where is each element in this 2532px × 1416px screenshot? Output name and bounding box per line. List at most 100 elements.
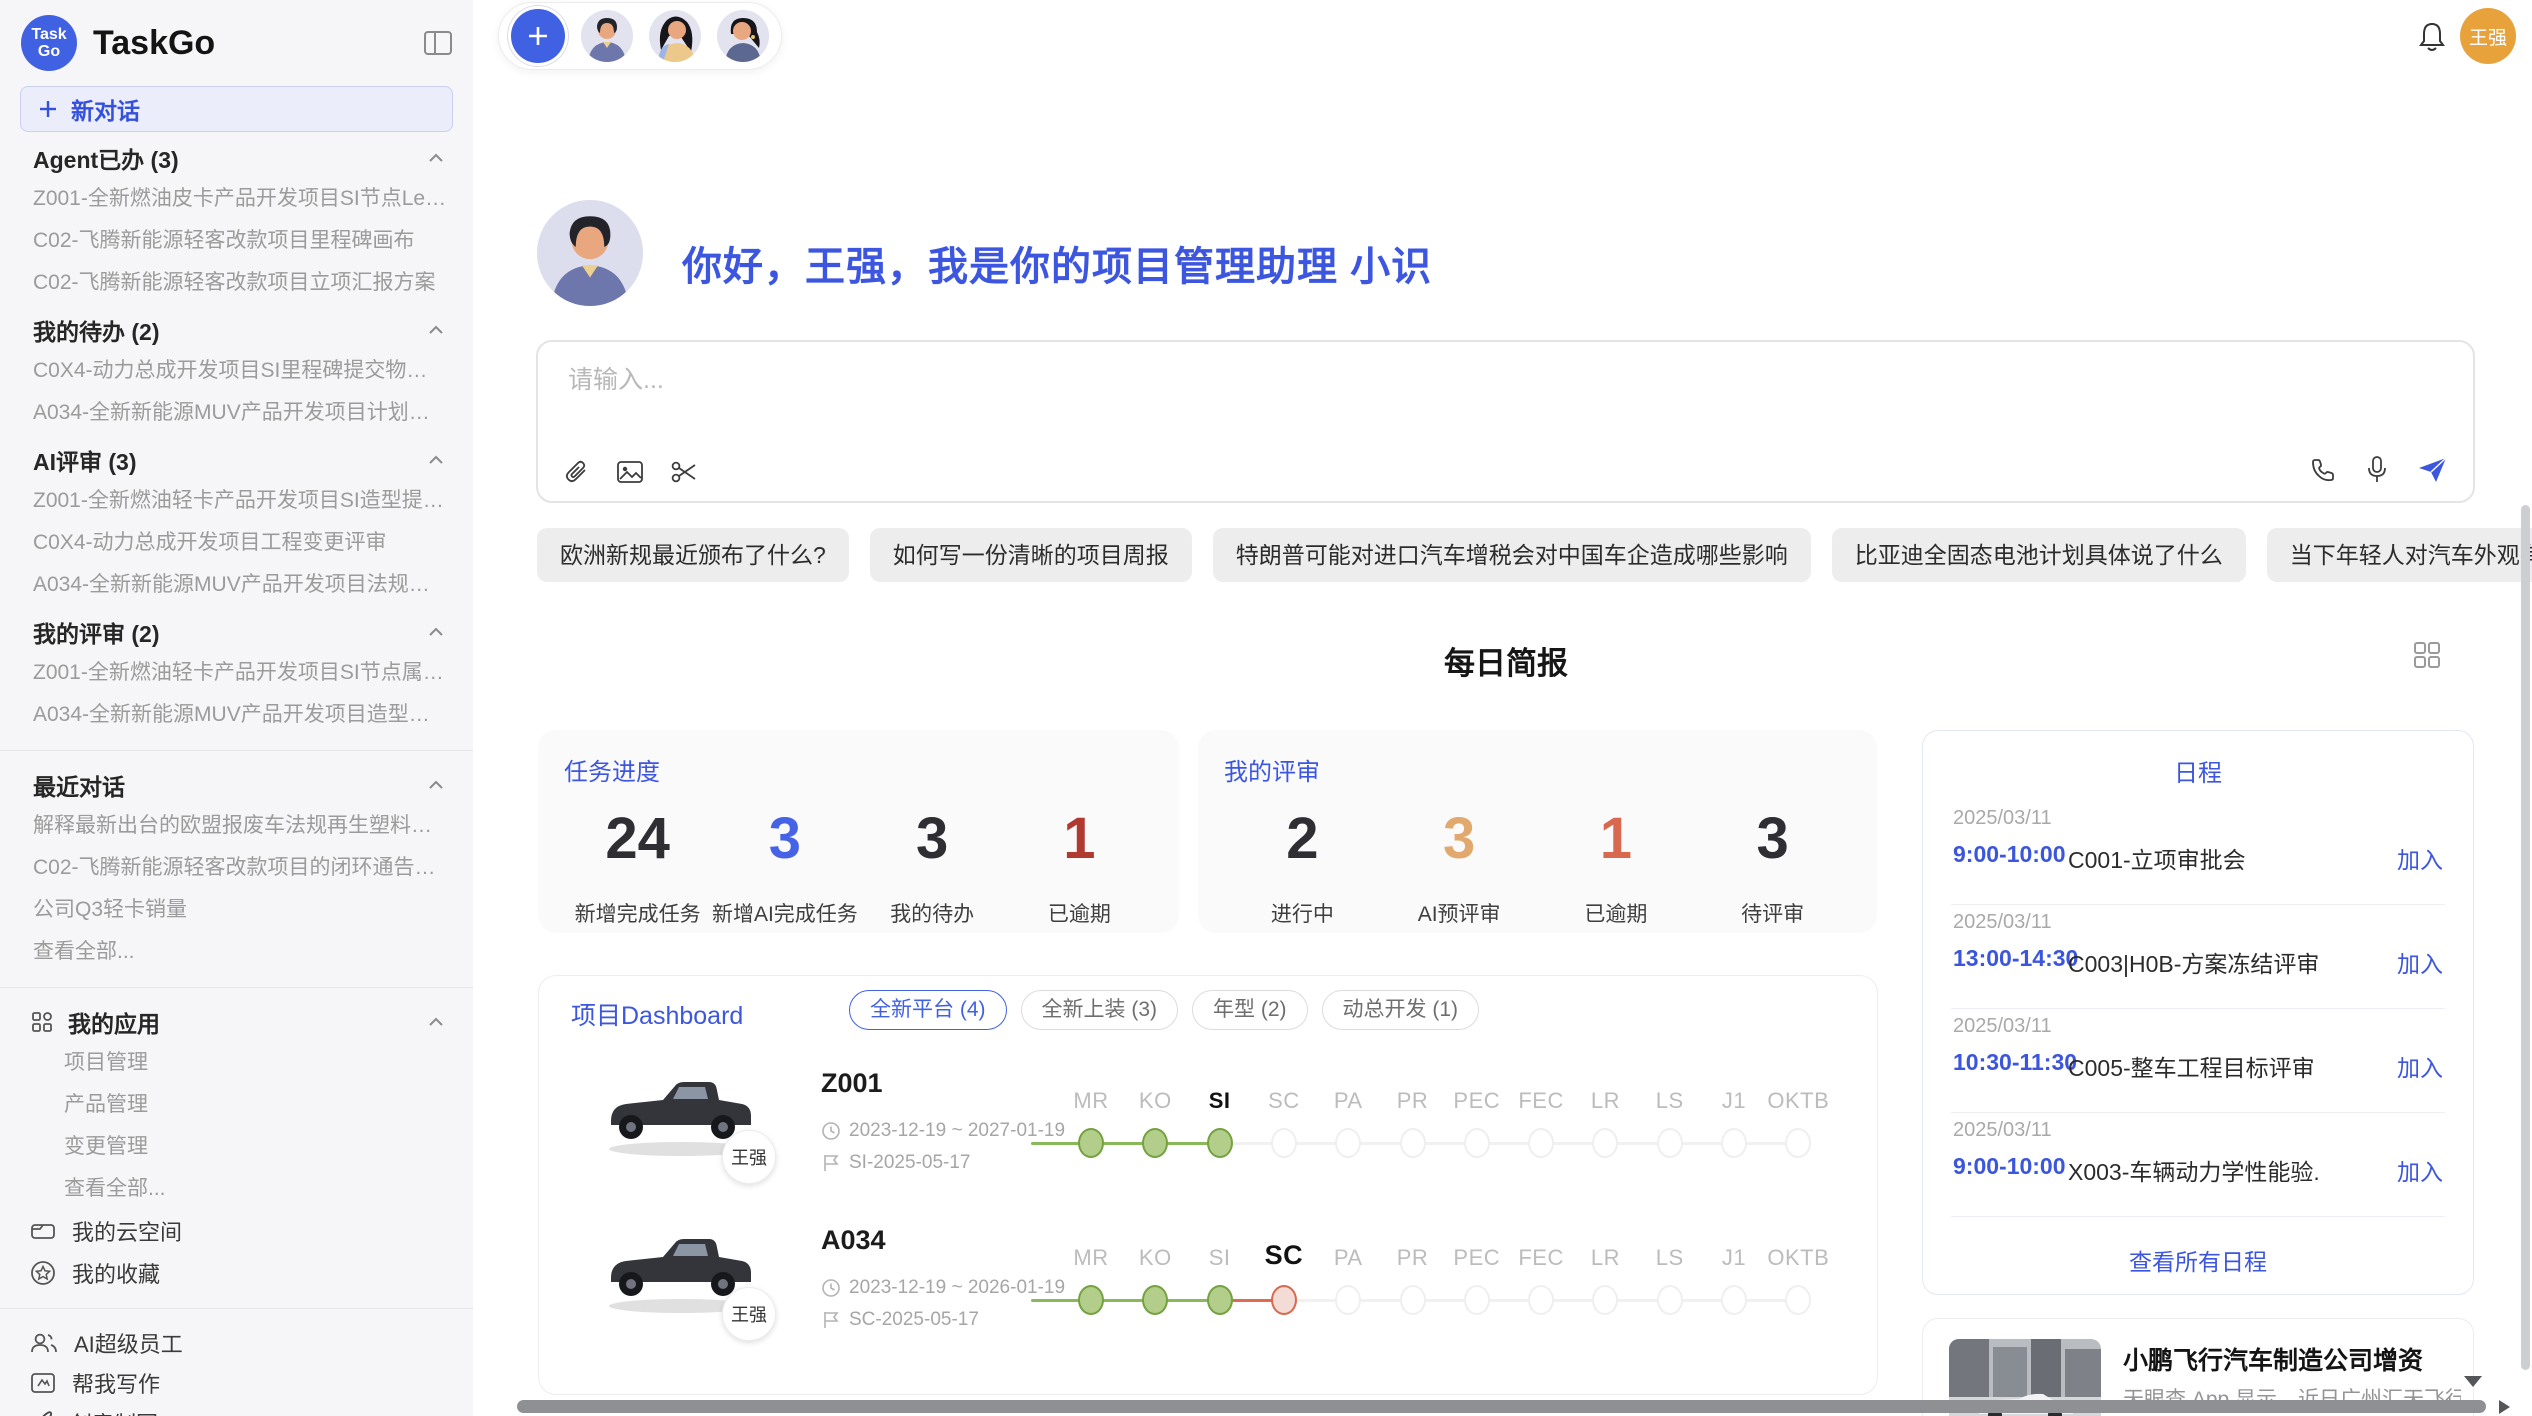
event-name: X003-车辆动力学性能验... xyxy=(2068,1153,2318,1187)
sidebar-item[interactable]: A034-全新新能源MUV产品开发项目法规符合性评审 xyxy=(0,564,473,606)
stat-value: 1 xyxy=(1006,805,1153,872)
chevron-up-icon xyxy=(425,1011,447,1033)
sidebar-my-apps[interactable]: 我的应用 xyxy=(0,1002,473,1042)
stat-value: 1 xyxy=(1538,805,1695,872)
stat-column: 3待评审 xyxy=(1694,805,1851,928)
sidebar-tool-创意制图[interactable]: 创意制图 xyxy=(0,1403,473,1416)
dashboard-filter-chip[interactable]: 全新上装 (3) xyxy=(1021,990,1179,1030)
sidebar-item[interactable]: A034-全新新能源MUV产品开发项目计划变更表编写 xyxy=(0,392,473,434)
sidebar-item[interactable]: C0X4-动力总成开发项目工程变更评审 xyxy=(0,522,473,564)
sidebar-link-我的云空间[interactable]: 我的云空间 xyxy=(0,1210,473,1252)
project-row[interactable]: 王强A0342023-12-19 ~ 2026-01-19SC-2025-05-… xyxy=(539,1203,1877,1360)
event-join-link[interactable]: 加入 xyxy=(2397,841,2443,875)
sidebar-section-recent[interactable]: 最近对话 xyxy=(0,765,473,805)
event-date: 2025/03/11 xyxy=(1953,807,2052,830)
schedule-event: 2025/03/1110:30-11:30C005-整车工程目标评审加入 xyxy=(1923,1009,2473,1113)
sidebar-item[interactable]: Z001-全新燃油轻卡产品开发项目SI造型提交物评审 xyxy=(0,480,473,522)
event-join-link[interactable]: 加入 xyxy=(2397,1049,2443,1083)
app-item[interactable]: 项目管理 xyxy=(0,1042,473,1084)
dashboard-filter-chip[interactable]: 全新平台 (4) xyxy=(849,990,1007,1030)
vehicle-image xyxy=(601,1373,761,1395)
new-chat-button[interactable]: 新对话 xyxy=(20,86,453,132)
send-icon[interactable] xyxy=(2417,455,2449,485)
logo-text-top: Task xyxy=(31,26,66,43)
add-agent-button[interactable] xyxy=(511,9,565,63)
stat-card-title: 任务进度 xyxy=(564,752,1153,787)
event-time[interactable]: 10:30-11:30 xyxy=(1953,1049,2077,1076)
event-join-link[interactable]: 加入 xyxy=(2397,945,2443,979)
sidebar-tool-AI超级员工[interactable]: AI超级员工 xyxy=(0,1323,473,1363)
chevron-up-icon xyxy=(425,319,447,341)
image-icon[interactable] xyxy=(616,459,644,485)
sidebar-item[interactable]: Z001-全新燃油皮卡产品开发项目SI节点Lesson Learn报告 xyxy=(0,178,473,220)
vertical-scrollbar-thumb[interactable] xyxy=(2521,505,2530,1370)
layout-grid-icon[interactable] xyxy=(2412,640,2442,670)
project-flag-text: SC-2025-05-17 xyxy=(849,1309,979,1331)
recent-conversation-item[interactable]: 查看全部... xyxy=(0,931,473,973)
suggestion-chip[interactable]: 欧洲新规最近颁布了什么? xyxy=(537,528,849,582)
suggestion-chip[interactable]: 比亚迪全固态电池计划具体说了什么 xyxy=(1832,528,2246,582)
daily-stat-cards: 任务进度24新增完成任务3新增AI完成任务3我的待办1已逾期我的评审2进行中3A… xyxy=(538,730,1877,933)
view-all-schedule-link[interactable]: 查看所有日程 xyxy=(1923,1243,2473,1277)
agent-avatar-2[interactable] xyxy=(649,10,701,62)
collapse-sidebar-icon[interactable] xyxy=(421,26,455,60)
scroll-right-arrow[interactable] xyxy=(2499,1400,2510,1414)
sidebar-item[interactable]: A034-全新新能源MUV产品开发项目造型可行性评审 xyxy=(0,694,473,736)
project-dates: 2023-12-19 ~ 2026-01-19 xyxy=(821,1277,1065,1299)
user-avatar[interactable]: 王强 xyxy=(2460,8,2516,64)
schedule-event: 2025/03/1113:00-14:30C003|H0B-方案冻结评审加入 xyxy=(1923,905,2473,1009)
recent-conversation-item[interactable]: 解释最新出台的欧盟报废车法规再生塑料比例被调至15%... xyxy=(0,805,473,847)
user-name: 王强 xyxy=(2469,23,2507,50)
microphone-icon[interactable] xyxy=(2365,455,2389,485)
stat-label: 新增完成任务 xyxy=(564,898,711,928)
event-time[interactable]: 9:00-10:00 xyxy=(1953,841,2066,868)
sidebar-item[interactable]: Z001-全新燃油轻卡产品开发项目SI节点属性5D文件评审 xyxy=(0,652,473,694)
suggestion-chip[interactable]: 如何写一份清晰的项目周报 xyxy=(870,528,1192,582)
recent-conversation-item[interactable]: C02-飞腾新能源轻客改款项目的闭环通告反馈情况 xyxy=(0,847,473,889)
sidebar-tool-帮我写作[interactable]: 帮我写作 xyxy=(0,1363,473,1403)
project-row[interactable]: 王强Z0012023-12-19 ~ 2027-01-19SI-2025-05-… xyxy=(539,1046,1877,1203)
milestone-dot xyxy=(1400,1285,1426,1315)
section-label: 我的评审 (2) xyxy=(33,615,160,649)
notification-bell-icon[interactable] xyxy=(2416,20,2448,54)
attachment-icon[interactable] xyxy=(564,459,590,485)
suggestion-chip[interactable]: 特朗普可能对进口汽车增税会对中国车企造成哪些影响 xyxy=(1213,528,1811,582)
project-row-partial[interactable] xyxy=(539,1360,1877,1395)
app-item[interactable]: 查看全部... xyxy=(0,1168,473,1210)
agent-avatar-3[interactable] xyxy=(717,10,769,62)
event-date: 2025/03/11 xyxy=(1953,1119,2052,1142)
sidebar-section-header[interactable]: 我的评审 (2) xyxy=(0,612,473,652)
sidebar-item[interactable]: C02-飞腾新能源轻客改款项目里程碑画布 xyxy=(0,220,473,262)
project-flag-text: SI-2025-05-17 xyxy=(849,1152,970,1174)
chat-input[interactable] xyxy=(568,366,2443,395)
dashboard-filter-chip[interactable]: 年型 (2) xyxy=(1192,990,1308,1030)
scissors-icon[interactable] xyxy=(670,459,698,485)
event-time[interactable]: 13:00-14:30 xyxy=(1953,945,2078,972)
suggestion-chips: 欧洲新规最近颁布了什么? 如何写一份清晰的项目周报特朗普可能对进口汽车增税会对中国… xyxy=(537,528,2532,582)
event-join-link[interactable]: 加入 xyxy=(2397,1153,2443,1187)
stat-column: 24新增完成任务 xyxy=(564,805,711,928)
project-dates: 2023-12-19 ~ 2027-01-19 xyxy=(821,1120,1065,1142)
sidebar-section-header[interactable]: Agent已办 (3) xyxy=(0,138,473,178)
scroll-down-arrow[interactable] xyxy=(2464,1376,2482,1387)
divider xyxy=(0,987,473,988)
recent-conversation-item[interactable]: 公司Q3轻卡销量 xyxy=(0,889,473,931)
agent-avatar-1[interactable] xyxy=(581,10,633,62)
sidebar-link-我的收藏[interactable]: 我的收藏 xyxy=(0,1252,473,1294)
sidebar-section-header[interactable]: 我的待办 (2) xyxy=(0,310,473,350)
horizontal-scrollbar-thumb[interactable] xyxy=(517,1400,2486,1413)
app-item[interactable]: 变更管理 xyxy=(0,1126,473,1168)
milestone-dot xyxy=(1271,1128,1297,1158)
sidebar-section-header[interactable]: AI评审 (3) xyxy=(0,440,473,480)
event-time[interactable]: 9:00-10:00 xyxy=(1953,1153,2066,1180)
suggestion-chip[interactable]: 当下年轻人对汽车外观有怎样的喜好趋势 xyxy=(2267,528,2532,582)
cloud-icon xyxy=(30,1219,56,1243)
phone-icon[interactable] xyxy=(2309,456,2337,484)
app-item[interactable]: 产品管理 xyxy=(0,1084,473,1126)
sidebar-item[interactable]: C02-飞腾新能源轻客改款项目立项汇报方案 xyxy=(0,262,473,304)
sidebar-item[interactable]: C0X4-动力总成开发项目SI里程碑提交物检查 xyxy=(0,350,473,392)
dashboard-filter-chip[interactable]: 动总开发 (1) xyxy=(1322,990,1480,1030)
milestone-dot xyxy=(1721,1128,1747,1158)
chevron-up-icon xyxy=(425,621,447,643)
milestone-dot xyxy=(1207,1128,1233,1158)
